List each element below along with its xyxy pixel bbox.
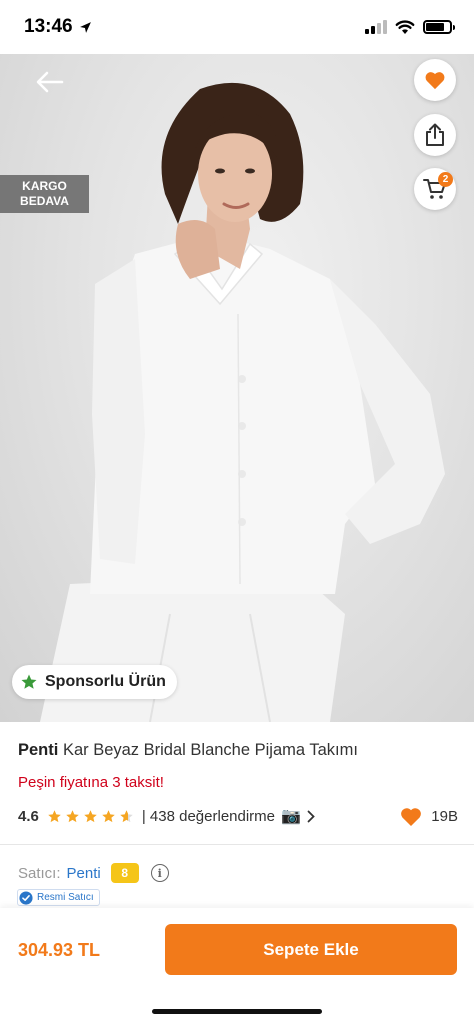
star-icon [21, 674, 37, 689]
location-arrow-icon [79, 21, 91, 33]
product-photo [40, 82, 445, 722]
rating-value: 4.6 [18, 807, 39, 825]
back-button[interactable] [30, 66, 70, 98]
star-icon [48, 809, 61, 822]
wifi-icon [395, 19, 415, 34]
cellular-signal-icon [365, 20, 387, 34]
info-icon[interactable]: i [150, 864, 169, 882]
seller-row: Satıcı: Penti 8 i [18, 863, 169, 883]
star-icon [66, 809, 79, 822]
installment-text: Peşin fiyatına 3 taksit! [18, 774, 164, 791]
status-time-group: 13:46 [24, 16, 92, 38]
official-seller-label: Resmi Satıcı [37, 892, 94, 903]
home-indicator[interactable] [152, 1009, 322, 1014]
star-icon [102, 809, 115, 822]
official-seller-badge: Resmi Satıcı [17, 889, 100, 906]
sponsored-label: Sponsorlu Ürün [45, 673, 166, 690]
cart-count-badge: 2 [438, 172, 453, 187]
rating-row: 4.6 | 438 değerlendirme 📷 19B [18, 806, 458, 827]
status-time: 13:46 [24, 16, 73, 37]
bottom-purchase-bar: 304.93 TL Sepete Ekle [0, 908, 474, 1024]
free-shipping-line1: KARGO [22, 179, 67, 193]
heart-icon [401, 808, 422, 827]
seller-label: Satıcı: [18, 864, 61, 882]
product-title: Penti Kar Beyaz Bridal Blanche Pijama Ta… [18, 741, 458, 760]
share-icon [426, 123, 444, 146]
product-image-gallery[interactable]: KARGO BEDAVA Sponsorlu Ürün [0, 54, 474, 722]
heart-icon [425, 72, 445, 90]
favorite-button[interactable] [414, 59, 456, 101]
section-divider [0, 844, 474, 845]
verified-check-icon [19, 890, 33, 905]
arrow-left-icon [36, 71, 64, 93]
battery-icon [423, 20, 455, 34]
reviews-link[interactable]: | 438 değerlendirme [142, 808, 275, 825]
favorites-count: 19B [431, 808, 458, 825]
seller-name-link[interactable]: Penti [67, 865, 101, 882]
product-brand[interactable]: Penti [18, 741, 58, 759]
status-bar: 13:46 [0, 0, 474, 54]
sponsored-badge: Sponsorlu Ürün [12, 665, 177, 699]
favorites-count-group[interactable]: 19B [399, 806, 458, 827]
free-shipping-line2: BEDAVA [20, 194, 69, 208]
product-price: 304.93 TL [18, 940, 101, 960]
free-shipping-badge: KARGO BEDAVA [0, 175, 89, 213]
seller-score-badge: 8 [110, 863, 139, 883]
share-button[interactable] [414, 114, 456, 156]
rating-stars [47, 809, 134, 824]
add-to-cart-button[interactable]: Sepete Ekle [165, 924, 457, 975]
chevron-right-icon[interactable] [307, 810, 315, 823]
camera-icon: 📷 [281, 808, 301, 825]
product-name: Kar Beyaz Bridal Blanche Pijama Takımı [62, 741, 358, 759]
half-star-icon [120, 809, 133, 822]
star-icon [84, 809, 97, 822]
cart-button[interactable]: 2 [414, 168, 456, 210]
status-indicators [365, 19, 455, 35]
